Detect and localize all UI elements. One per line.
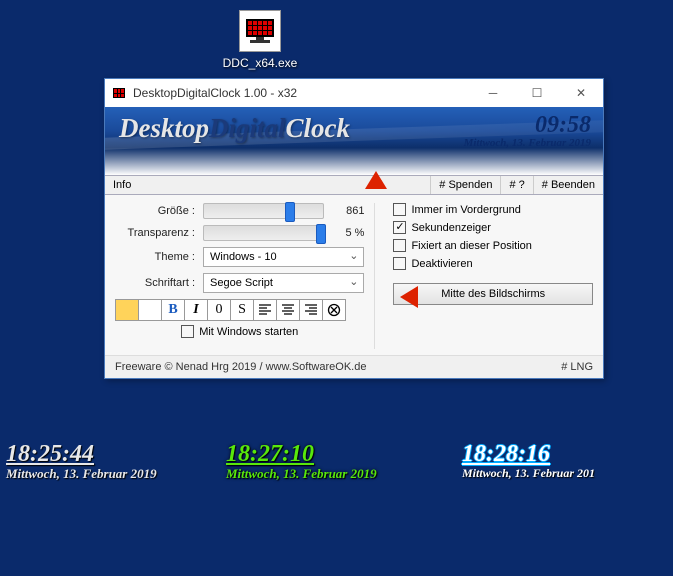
start-with-windows-checkbox[interactable]: Mit Windows starten: [181, 325, 298, 338]
exit-link[interactable]: # Beenden: [533, 176, 603, 194]
desktop-clock-1[interactable]: 18:25:44 Mittwoch, 13. Februar 2019: [6, 442, 157, 482]
desktop-exe-icon[interactable]: DDC_x64.exe: [220, 10, 300, 70]
color-swatch-primary[interactable]: [115, 299, 139, 321]
center-screen-button[interactable]: Mitte des Bildschirms: [393, 283, 593, 305]
theme-label: Theme :: [115, 251, 195, 263]
banner-clock: 09:58 Mittwoch, 13. Februar 2019: [464, 113, 591, 149]
banner: DesktopDigitalClock 09:58 Mittwoch, 13. …: [105, 107, 603, 175]
brand-logo: DesktopDigitalClock: [119, 113, 350, 144]
font-select[interactable]: Segoe Script: [203, 273, 364, 293]
theme-select[interactable]: Windows - 10: [203, 247, 364, 267]
bold-button[interactable]: B: [161, 299, 185, 321]
fixed-position-checkbox[interactable]: Fixiert an dieser Position: [393, 239, 593, 252]
color-swatch-secondary[interactable]: [138, 299, 162, 321]
italic-button[interactable]: I: [184, 299, 208, 321]
toolbar: Info # Spenden # ? # Beenden: [105, 175, 603, 195]
exe-label: DDC_x64.exe: [220, 56, 300, 70]
zero-button[interactable]: 0: [207, 299, 231, 321]
minimize-button[interactable]: ─: [471, 79, 515, 107]
desktop-clock-2[interactable]: 18:27:10 Mittwoch, 13. Februar 2019: [226, 442, 377, 482]
maximize-button[interactable]: ☐: [515, 79, 559, 107]
arrow-icon: [400, 286, 418, 308]
strike-button[interactable]: S: [230, 299, 254, 321]
transparency-label: Transparenz :: [115, 227, 195, 239]
footer-text: Freeware © Nenad Hrg 2019 / www.Software…: [115, 361, 366, 373]
app-window: DesktopDigitalClock 1.00 - x32 ─ ☐ ✕ Des…: [104, 78, 604, 379]
deactivate-checkbox[interactable]: Deaktivieren: [393, 257, 593, 270]
donate-link[interactable]: # Spenden: [430, 176, 500, 194]
app-icon: [111, 85, 127, 101]
window-title: DesktopDigitalClock 1.00 - x32: [133, 86, 471, 100]
help-link[interactable]: # ?: [500, 176, 532, 194]
transparency-value: 5 %: [330, 227, 364, 239]
size-value: 861: [330, 205, 364, 217]
align-right-icon[interactable]: [299, 299, 323, 321]
desktop-clock-3[interactable]: 18:28:16 Mittwoch, 13. Februar 201: [462, 442, 595, 481]
size-slider[interactable]: [203, 203, 324, 219]
transparency-slider[interactable]: [203, 225, 324, 241]
cancel-icon[interactable]: [322, 299, 346, 321]
language-link[interactable]: # LNG: [561, 361, 593, 373]
arrow-icon: [365, 171, 387, 189]
close-button[interactable]: ✕: [559, 79, 603, 107]
align-left-icon[interactable]: [253, 299, 277, 321]
foreground-checkbox[interactable]: Immer im Vordergrund: [393, 203, 593, 216]
footer: Freeware © Nenad Hrg 2019 / www.Software…: [105, 355, 603, 378]
size-label: Größe :: [115, 205, 195, 217]
style-toolbar: B I 0 S: [115, 299, 364, 321]
font-label: Schriftart :: [115, 277, 195, 289]
seconds-checkbox[interactable]: Sekundenzeiger: [393, 221, 593, 234]
titlebar[interactable]: DesktopDigitalClock 1.00 - x32 ─ ☐ ✕: [105, 79, 603, 107]
exe-icon: [239, 10, 281, 52]
align-center-icon[interactable]: [276, 299, 300, 321]
